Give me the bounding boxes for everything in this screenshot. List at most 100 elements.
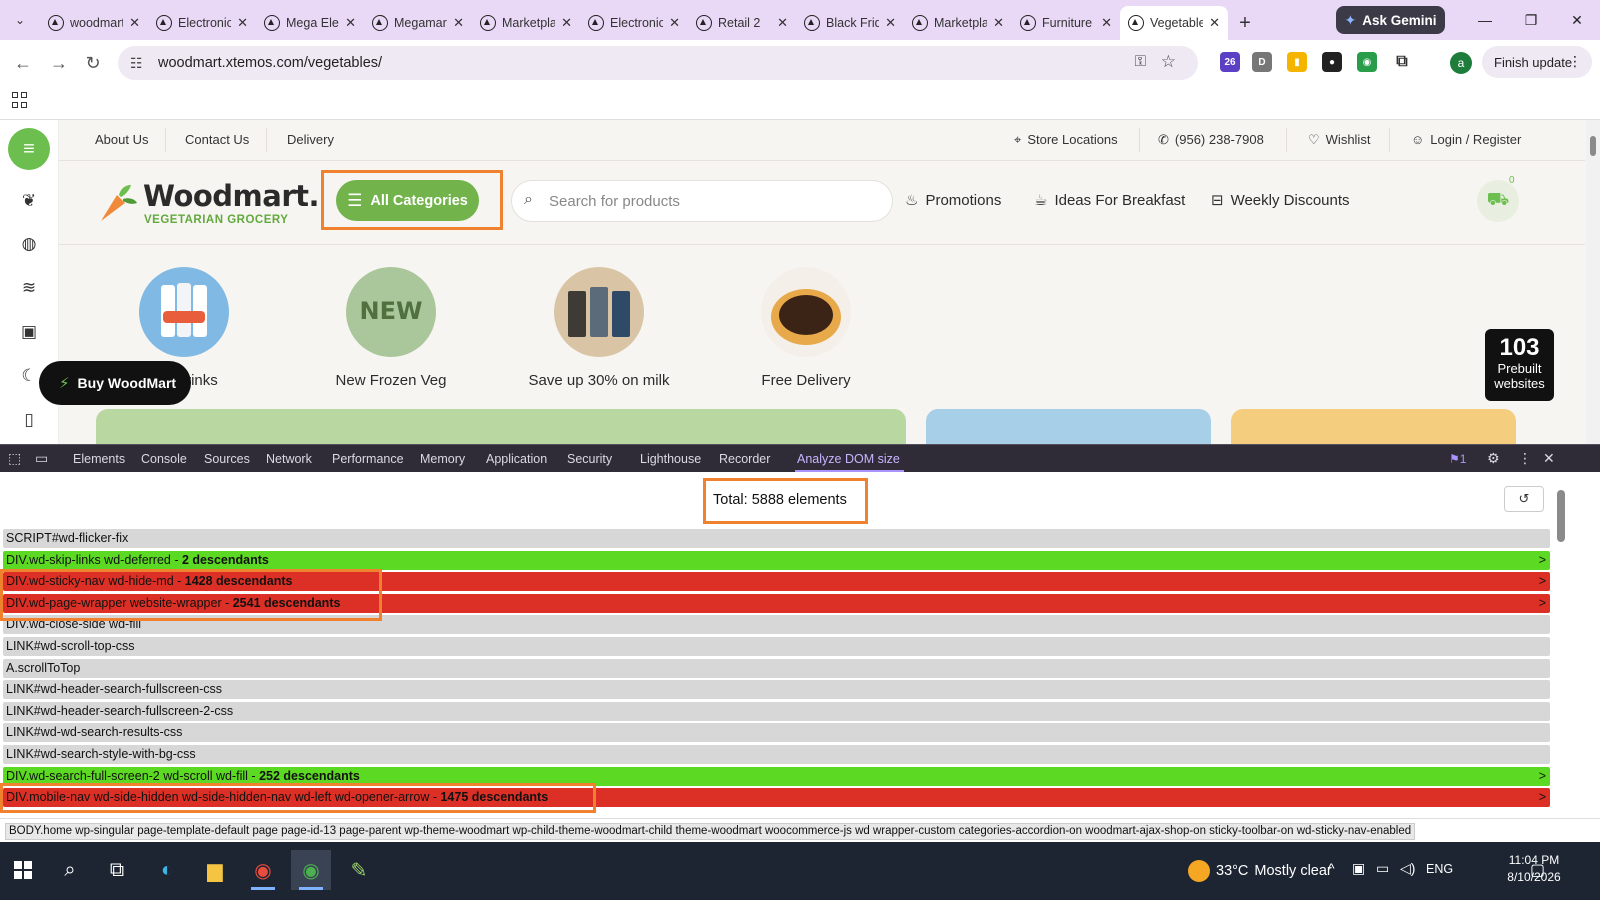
windows-start-icon[interactable] [3, 850, 43, 890]
browser-tab[interactable]: Electronics ✕ [580, 6, 688, 40]
search-icon[interactable]: ⌕ [50, 850, 90, 890]
tab-close-icon[interactable]: ✕ [453, 15, 464, 31]
tab-close-icon[interactable]: ✕ [669, 15, 680, 31]
expand-arrow-icon[interactable]: > [1539, 788, 1546, 807]
language-indicator[interactable]: ENG [1426, 862, 1453, 876]
phone-link[interactable]: ✆ (956) 238-7908 [1158, 132, 1264, 148]
browser-tab[interactable]: Black Friday ✕ [796, 6, 904, 40]
tab-close-icon[interactable]: ✕ [237, 15, 248, 31]
extensions-puzzle-icon[interactable]: ⧉ [1392, 52, 1412, 72]
browser-tab[interactable]: Mega Electronics ✕ [256, 6, 364, 40]
cart-icon[interactable]: ⛟ [1477, 180, 1519, 222]
about-us-link[interactable]: About Us [95, 132, 148, 147]
refresh-button[interactable]: ↺ [1504, 486, 1544, 512]
devtools-tab[interactable]: Elements [73, 452, 125, 466]
nav-ideas-for-breakfast[interactable]: ☕ Ideas For Breakfast [1034, 191, 1185, 210]
tab-close-icon[interactable]: ✕ [885, 15, 896, 31]
maximize-button[interactable]: ❐ [1508, 6, 1554, 34]
tab-close-icon[interactable]: ✕ [345, 15, 356, 31]
site-settings-icon[interactable]: ☷ [130, 55, 143, 72]
device-toolbar-icon[interactable]: ▭ [35, 450, 48, 467]
browser-tab[interactable]: Marketplace ✕ [472, 6, 580, 40]
chrome-icon[interactable]: ◉ [243, 850, 283, 890]
browser-tab[interactable]: Marketplace ✕ [904, 6, 1012, 40]
more-menu-icon[interactable]: ⋮ [1568, 53, 1582, 70]
page-scrollbar-thumb[interactable] [1590, 136, 1596, 156]
forward-icon[interactable]: → [46, 50, 72, 76]
devtools-tab[interactable]: Lighthouse [640, 452, 701, 466]
expand-arrow-icon[interactable]: > [1539, 572, 1546, 591]
bookmark-star-icon[interactable]: ☆ [1161, 52, 1176, 72]
tray-chevron-icon[interactable]: ^ [1328, 860, 1335, 876]
frozen-icon[interactable]: ▣ [18, 321, 40, 343]
devtools-tab[interactable]: Recorder [719, 452, 770, 466]
nav-promotions[interactable]: ♨ Promotions [905, 191, 1001, 210]
contact-us-link[interactable]: Contact Us [185, 132, 249, 147]
app-icon[interactable]: ✎ [339, 850, 379, 890]
finish-update-button[interactable]: Finish update ⋮ [1482, 46, 1592, 78]
browser-tab[interactable]: Electronics ✕ [148, 6, 256, 40]
browser-tab[interactable]: woodmart ✕ [40, 6, 148, 40]
new-tab-button[interactable]: + [1228, 6, 1262, 40]
browser-tab[interactable]: Retail 2 ✕ [688, 6, 796, 40]
task-view-icon[interactable]: ⧉ [97, 850, 137, 890]
devtools-tab[interactable]: Console [141, 452, 187, 466]
prebuilt-websites-badge[interactable]: 103 Prebuilt websites [1485, 329, 1554, 401]
promo-free-delivery[interactable]: Free Delivery [726, 267, 886, 389]
devtools-tab[interactable]: Network [266, 452, 312, 466]
extension-icon[interactable]: 26 [1220, 52, 1240, 72]
seafood-icon[interactable]: ≋ [18, 277, 40, 299]
expand-arrow-icon[interactable]: > [1539, 594, 1546, 613]
minimize-button[interactable]: — [1462, 6, 1508, 34]
network-icon[interactable]: ▭ [1376, 860, 1389, 877]
meat-icon[interactable]: ◍ [18, 233, 40, 255]
profile-avatar[interactable]: a [1450, 52, 1472, 74]
nav-weekly-discounts[interactable]: ⊟ Weekly Discounts [1211, 191, 1350, 210]
body-breadcrumb[interactable]: BODY.home wp-singular page-template-defa… [5, 823, 1416, 840]
devtools-tab[interactable]: Analyze DOM size [797, 452, 900, 466]
inspect-element-icon[interactable]: ⬚ [8, 450, 21, 467]
expand-arrow-icon[interactable]: > [1539, 551, 1546, 570]
tab-search-chevron-icon[interactable]: ⌄ [0, 0, 40, 40]
drinks-icon[interactable]: ▯ [18, 409, 40, 431]
password-key-icon[interactable]: ⚿ [1135, 53, 1146, 70]
tab-close-icon[interactable]: ✕ [1101, 15, 1112, 31]
weather-widget[interactable]: 33°C Mostly clear [1188, 860, 1332, 882]
notifications-icon[interactable]: ▢ [1530, 860, 1545, 880]
browser-tab[interactable]: Vegetables ✕ [1120, 6, 1228, 40]
file-explorer-icon[interactable]: ▆ [195, 850, 235, 890]
edge-browser-icon[interactable]: ◐ [147, 850, 187, 890]
store-locations-link[interactable]: ⌖ Store Locations [1014, 132, 1118, 148]
dom-list-scrollbar-thumb[interactable] [1557, 490, 1565, 542]
tab-close-icon[interactable]: ✕ [561, 15, 572, 31]
page-scrollbar[interactable] [1586, 120, 1600, 451]
devtools-more-icon[interactable]: ⋮ [1518, 450, 1532, 467]
ask-gemini-button[interactable]: ✦ Ask Gemini [1336, 6, 1445, 34]
extension-globe-icon[interactable]: ◉ [1357, 52, 1377, 72]
devtools-tab[interactable]: Security [567, 452, 612, 466]
dom-list-scrollbar[interactable] [1555, 478, 1567, 818]
meet-now-icon[interactable]: ▣ [1352, 860, 1365, 877]
wishlist-link[interactable]: ♡ Wishlist [1308, 132, 1370, 148]
expand-arrow-icon[interactable]: > [1539, 767, 1546, 786]
devtools-close-icon[interactable]: ✕ [1543, 450, 1555, 467]
close-window-button[interactable]: ✕ [1554, 6, 1600, 34]
login-register-link[interactable]: ☺ Login / Register [1411, 132, 1521, 147]
devtools-tab[interactable]: Application [486, 452, 547, 466]
promo-new-frozen-veg[interactable]: NEW New Frozen Veg [311, 267, 471, 389]
chrome-active-icon[interactable]: ◉ [291, 850, 331, 890]
tab-close-icon[interactable]: ✕ [993, 15, 1004, 31]
delivery-link[interactable]: Delivery [287, 132, 334, 147]
extension-notes-icon[interactable]: ▮ [1287, 52, 1307, 72]
back-icon[interactable]: ← [10, 50, 36, 76]
devtools-tab[interactable]: Performance [332, 452, 404, 466]
omnibox[interactable]: ☷ woodmart.xtemos.com/vegetables/ ⚿ ☆ [118, 46, 1198, 80]
volume-icon[interactable]: ◁) [1400, 860, 1415, 877]
reload-icon[interactable]: ↻ [80, 50, 106, 76]
settings-gear-icon[interactable]: ⚙ [1487, 450, 1500, 467]
site-logo[interactable]: Woodmart. VEGETARIAN GROCERY [95, 179, 320, 227]
issues-icon[interactable]: ⚑1 [1449, 452, 1466, 466]
dom-node-row[interactable]: DIV.wd-skip-links wd-deferred - 2 descen… [3, 550, 1550, 570]
apps-grid-icon[interactable] [12, 92, 28, 108]
tab-close-icon[interactable]: ✕ [129, 15, 140, 31]
